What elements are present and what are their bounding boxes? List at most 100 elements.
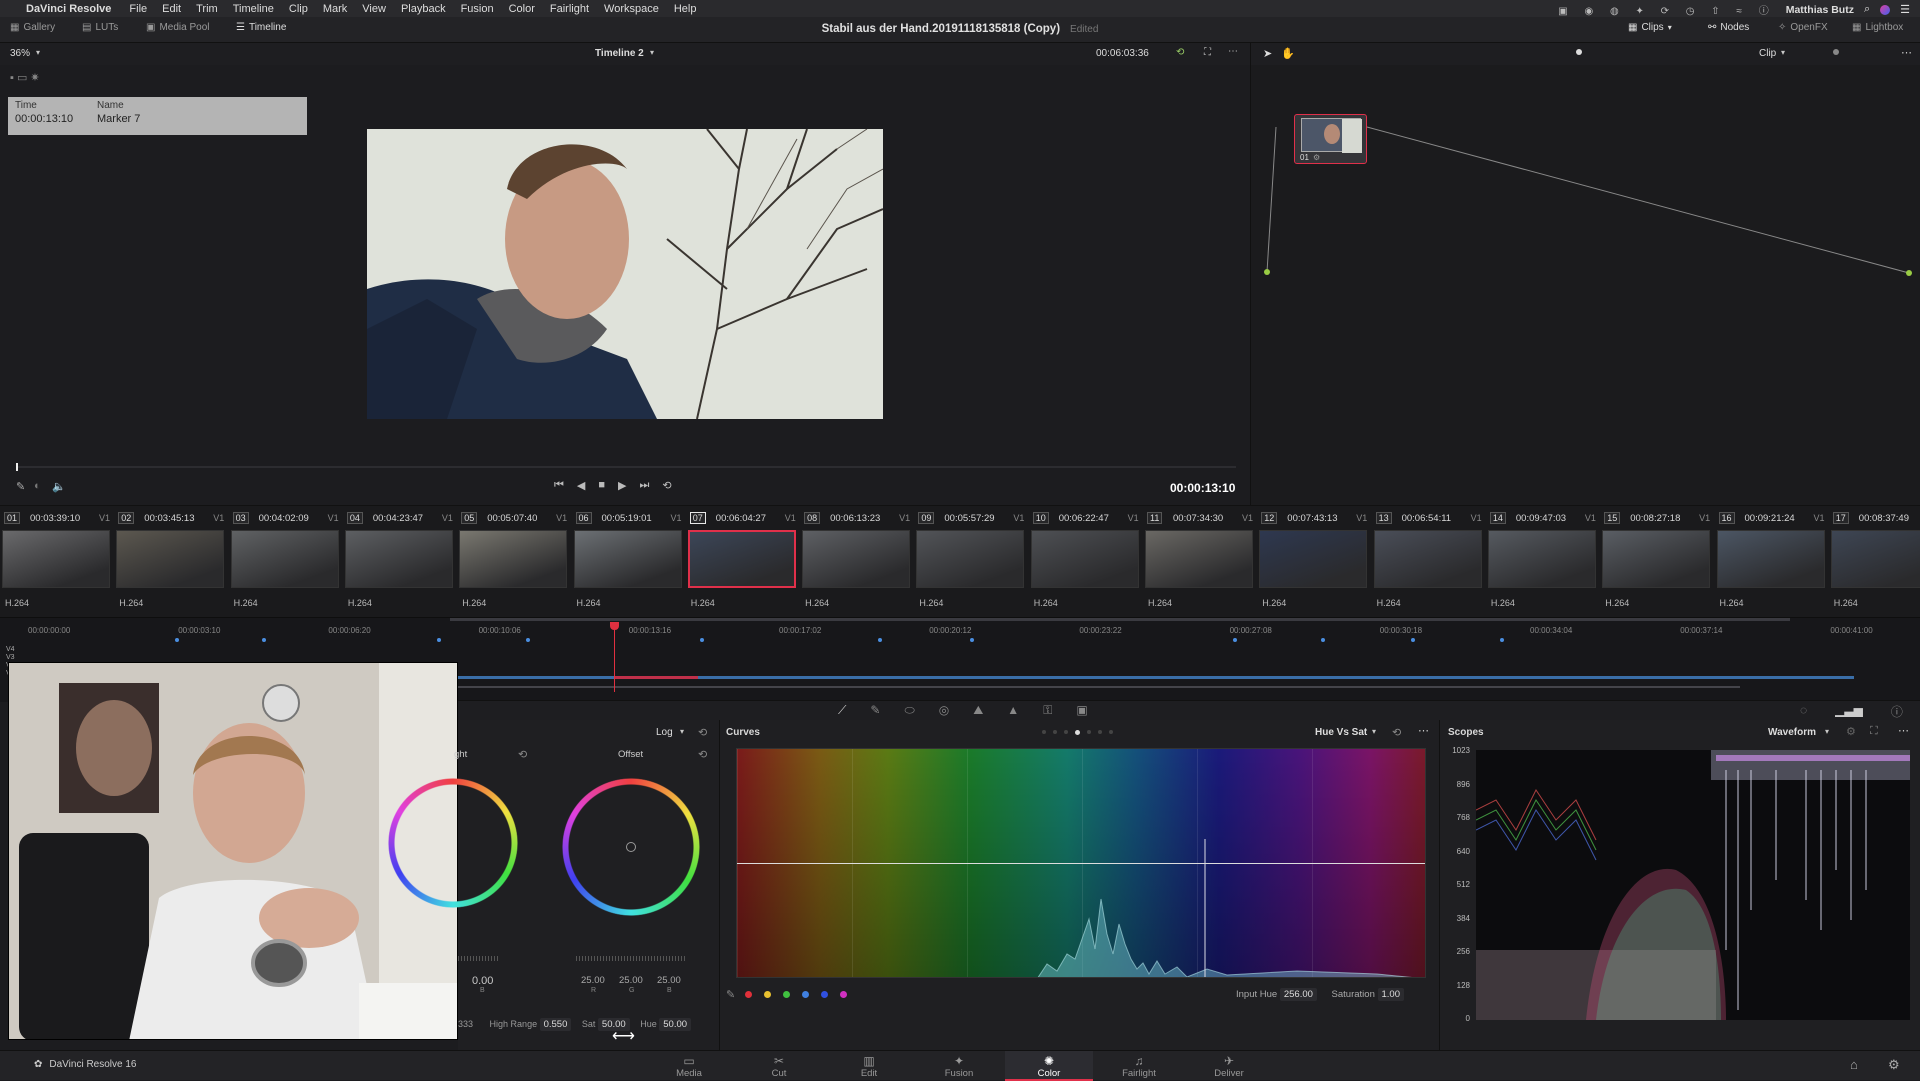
hue-vs-sat-graph[interactable] <box>736 748 1426 978</box>
motion-effects-icon[interactable]: ◌ <box>1800 703 1807 720</box>
skip-start-icon[interactable]: ⏮ <box>554 479 564 492</box>
wheels-mode-chevron-icon[interactable]: ▾ <box>680 727 684 736</box>
clip-thumbnail[interactable] <box>459 530 568 588</box>
sync-icon[interactable]: ⟲ <box>1176 47 1184 58</box>
zoom-level[interactable]: 36% <box>10 48 30 59</box>
qualifier-tool-icon[interactable]: ✎ <box>870 703 880 718</box>
menu-item-edit[interactable]: Edit <box>162 3 181 15</box>
curves-tool-icon[interactable]: ⟋ <box>838 703 846 718</box>
app-name-menu[interactable]: DaVinci Resolve <box>26 3 111 15</box>
home-icon[interactable]: ⌂ <box>1850 1057 1858 1072</box>
clip-05[interactable]: 05 00:05:07:40 V1 H.264 <box>457 506 569 618</box>
curve-channel-dot[interactable] <box>840 991 848 998</box>
timeline-name[interactable]: Timeline 2 <box>595 48 644 59</box>
highlight-master-slider[interactable] <box>458 956 498 961</box>
scrubber-track[interactable] <box>16 466 1236 468</box>
track-audio-clips[interactable] <box>458 686 1740 688</box>
page-cut[interactable]: ✂ Cut <box>735 1051 823 1081</box>
clip-16[interactable]: 16 00:09:21:24 V1 H.264 <box>1715 506 1827 618</box>
timeline-marker[interactable] <box>878 638 882 642</box>
node-page-dot[interactable] <box>1576 49 1582 55</box>
clip-thumbnail[interactable] <box>1373 530 1482 588</box>
clip-17[interactable]: 1700:08:37:49V1H.264 <box>1829 506 1920 618</box>
scope-more-icon[interactable]: ⋯ <box>1898 724 1909 737</box>
clip-13[interactable]: 13 00:06:54:11 V1 H.264 <box>1372 506 1484 618</box>
nodes-button[interactable]: ⚯ Nodes <box>1708 22 1749 33</box>
scope-settings-icon[interactable]: ⚙ <box>1846 725 1856 738</box>
selected-mini-clip[interactable] <box>614 676 698 679</box>
page-fairlight[interactable]: ♫ Fairlight <box>1095 1051 1183 1081</box>
timeline-marker[interactable] <box>970 638 974 642</box>
mini-playhead[interactable] <box>614 622 615 692</box>
settings-icon[interactable]: ⚙ <box>1888 1057 1900 1073</box>
page-edit[interactable]: ▥ Edit <box>825 1051 913 1081</box>
source-timecode[interactable]: 00:06:03:36 <box>1096 48 1149 59</box>
blur-tool-icon[interactable]: ▲ <box>1007 703 1019 718</box>
menu-item-timeline[interactable]: Timeline <box>233 3 274 15</box>
curves-picker-icon[interactable]: ✎ <box>726 988 735 1001</box>
node-more-icon[interactable]: ⋯ <box>1901 46 1912 59</box>
clip-thumbnail[interactable] <box>1145 530 1253 588</box>
page-fusion[interactable]: ✦ Fusion <box>915 1051 1003 1081</box>
curve-channel-dot[interactable] <box>821 991 829 998</box>
curves-mode-chevron-icon[interactable]: ▾ <box>1372 727 1376 736</box>
clip-06[interactable]: 06 00:05:19:01 V1 H.264 <box>572 506 684 618</box>
clip-11[interactable]: 11 00:07:34:30 V1 H.264 <box>1143 506 1255 618</box>
timeline-marker[interactable] <box>175 638 179 642</box>
clip-thumbnail[interactable] <box>1030 530 1139 588</box>
scope-expand-icon[interactable]: ⛶ <box>1870 725 1878 738</box>
clip-09[interactable]: 09 00:05:57:29 V1 H.264 <box>914 506 1026 618</box>
wheels-reset-icon[interactable]: ⟲ <box>698 726 707 739</box>
more-options-icon[interactable]: ⋯ <box>1228 46 1238 57</box>
curve-channel-dot[interactable] <box>802 991 810 998</box>
clips-button[interactable]: ▦ Clips ▾ <box>1628 22 1672 33</box>
timeline-marker[interactable] <box>437 638 441 642</box>
siri-icon[interactable] <box>1880 4 1891 15</box>
magic-mask-icon[interactable]: ⛰ <box>973 703 983 718</box>
menu-item-help[interactable]: Help <box>674 3 697 15</box>
clip-14[interactable]: 14 00:09:47:03 V1 H.264 <box>1486 506 1598 618</box>
luts-button[interactable]: ▤ LUTs <box>82 22 118 33</box>
clip-thumbnail[interactable] <box>916 530 1025 588</box>
clip-10[interactable]: 10 00:06:22:47 V1 H.264 <box>1029 506 1141 618</box>
mini-timeline-scrollbar[interactable] <box>450 618 1790 621</box>
menu-item-mark[interactable]: Mark <box>323 3 347 15</box>
play-icon[interactable]: ▶ <box>618 479 626 492</box>
window-tool-icon[interactable]: ⬭ <box>904 703 914 718</box>
user-name[interactable]: Matthias Butz <box>1786 4 1854 16</box>
tracker-tool-icon[interactable]: ◎ <box>939 703 949 718</box>
clip-thumbnail[interactable] <box>116 530 225 588</box>
page-deliver[interactable]: ✈ Deliver <box>1185 1051 1273 1081</box>
scope-mode[interactable]: Waveform <box>1768 727 1816 738</box>
timeline-marker[interactable] <box>262 638 266 642</box>
mini-playhead-handle[interactable] <box>610 622 619 630</box>
clip-08[interactable]: 08 00:06:13:23 V1 H.264 <box>800 506 912 618</box>
highlight-icon[interactable]: ◐ <box>34 480 41 492</box>
curves-reset-icon[interactable]: ⟲ <box>1392 726 1401 739</box>
sizing-tool-icon[interactable]: ▣ <box>1076 703 1087 718</box>
menu-item-fairlight[interactable]: Fairlight <box>550 3 589 15</box>
clip-thumbnail[interactable] <box>344 530 453 588</box>
curve-channel-dot[interactable] <box>764 991 772 998</box>
clip-04[interactable]: 04 00:04:23:47 V1 H.264 <box>343 506 455 618</box>
hue-value[interactable]: 50.00 <box>659 1018 692 1031</box>
clip-thumbnail[interactable] <box>230 530 339 588</box>
loop-icon[interactable]: ⟲ <box>662 479 671 492</box>
input-hue-value[interactable]: 256.00 <box>1279 988 1317 1001</box>
clip-thumbnail[interactable] <box>1716 530 1825 588</box>
menu-item-color[interactable]: Color <box>509 3 535 15</box>
clip-07[interactable]: 07 00:06:04:27 V1 H.264 <box>686 506 798 618</box>
menu-item-fusion[interactable]: Fusion <box>461 3 494 15</box>
menu-item-file[interactable]: File <box>129 3 147 15</box>
clip-thumbnail[interactable] <box>687 530 796 588</box>
media-pool-button[interactable]: ▣ Media Pool <box>146 22 209 33</box>
saturation-value[interactable]: 1.00 <box>1377 988 1404 1001</box>
zoom-chevron-icon[interactable]: ▾ <box>36 48 40 57</box>
menu-item-trim[interactable]: Trim <box>196 3 218 15</box>
mini-timeline-ruler[interactable]: 00:00:00:00 00:00:03:10 00:00:06:20 00:00:1… <box>0 626 1920 642</box>
menu-item-playback[interactable]: Playback <box>401 3 446 15</box>
timeline-chevron-icon[interactable]: ▾ <box>650 48 654 57</box>
hand-tool-icon[interactable]: ✋ <box>1281 47 1295 60</box>
scrubber-playhead[interactable] <box>16 463 18 471</box>
clip-thumbnail[interactable] <box>573 530 682 588</box>
